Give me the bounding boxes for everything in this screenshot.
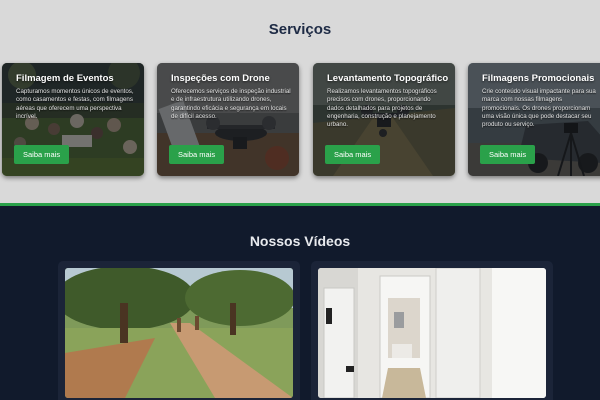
card-description: Realizamos levantamentos topográficos pr…: [327, 88, 437, 129]
saiba-mais-button[interactable]: Saiba mais: [169, 145, 225, 164]
videos-heading: Nossos Vídeos: [249, 233, 351, 249]
saiba-mais-button[interactable]: Saiba mais: [325, 145, 381, 164]
card-description: Oferecemos serviços de inspeção industri…: [171, 88, 291, 121]
service-card-promotional: Filmagens Promocionais Crie conteúdo vis…: [468, 63, 600, 176]
service-card-survey: Levantamento Topográfico Realizamos leva…: [313, 63, 455, 176]
card-title: Levantamento Topográfico: [327, 73, 449, 84]
services-section: Serviços Filmagem de Eventos Capturamos …: [0, 0, 600, 203]
card-title: Filmagem de Eventos: [16, 73, 114, 84]
park-path-image: [65, 268, 293, 398]
video-card-park[interactable]: [58, 261, 300, 400]
card-title: Inspeções com Drone: [171, 73, 270, 84]
saiba-mais-button[interactable]: Saiba mais: [14, 145, 70, 164]
service-card-inspections: Inspeções com Drone Oferecemos serviços …: [157, 63, 299, 176]
house-interior-video-thumbnail[interactable]: [318, 268, 546, 398]
section-divider: [0, 203, 600, 206]
saiba-mais-button[interactable]: Saiba mais: [480, 145, 536, 164]
video-card-house[interactable]: [311, 261, 553, 400]
park-path-video-thumbnail[interactable]: [65, 268, 293, 398]
card-description: Capturamos momentos únicos de eventos, c…: [16, 88, 134, 121]
house-interior-image: [318, 268, 546, 398]
card-description: Crie conteúdo visual impactante para sua…: [482, 88, 596, 129]
service-card-events: Filmagem de Eventos Capturamos momentos …: [2, 63, 144, 176]
card-title: Filmagens Promocionais: [482, 73, 595, 84]
services-heading: Serviços: [268, 21, 332, 38]
